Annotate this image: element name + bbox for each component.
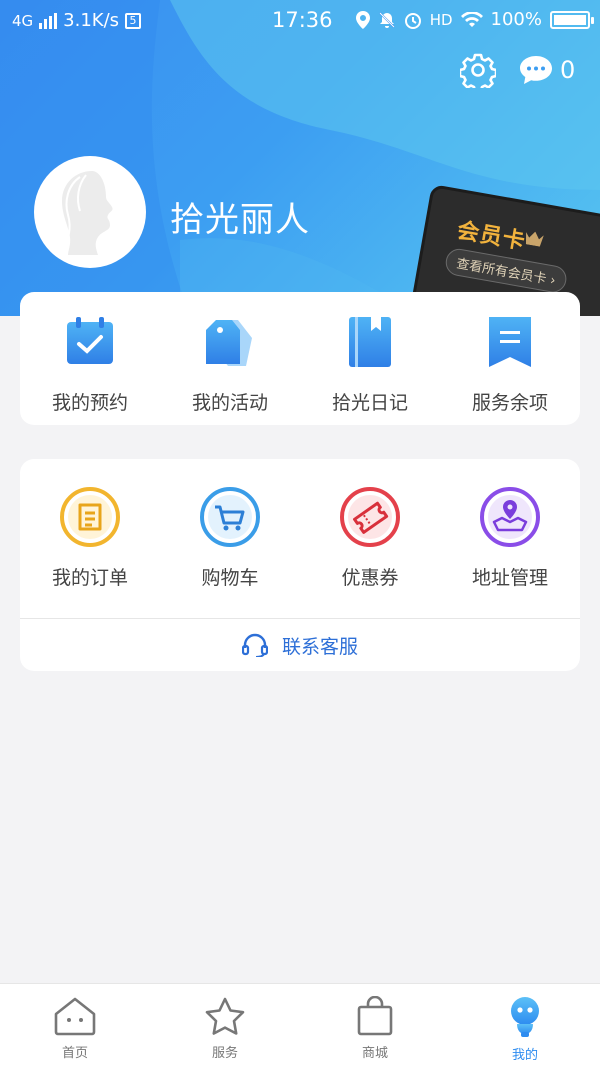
profile-mascot-icon	[511, 997, 539, 1037]
my-activities-item[interactable]: 我的活动	[160, 310, 300, 415]
cart-item[interactable]: 购物车	[160, 485, 300, 590]
tab-label: 我的	[511, 1048, 538, 1063]
battery-icon	[550, 10, 594, 29]
location-pin-icon	[480, 487, 540, 547]
tab-label: 服务	[211, 1046, 238, 1061]
star-icon	[205, 997, 245, 1035]
service-balance-item[interactable]: 服务余项	[440, 310, 580, 415]
network-type: 4G	[12, 11, 34, 30]
network-speed: 3.1K/s	[63, 10, 120, 31]
diary-item[interactable]: 拾光日记	[300, 310, 440, 415]
coupon-icon	[340, 487, 400, 547]
mute-bell-icon	[378, 11, 395, 28]
quick-action-label: 我的预约	[51, 392, 128, 414]
quick-action-label: 我的活动	[191, 392, 268, 414]
view-all-member-cards-link[interactable]: 查看所有会员卡 ›	[443, 246, 569, 295]
woman-silhouette-icon	[62, 171, 113, 255]
clock: 17:36	[272, 8, 333, 32]
status-bar: 4G 3.1K/s 5 17:36 HD 100%	[0, 0, 600, 40]
hd-indicator: HD	[429, 10, 453, 29]
message-icon[interactable]	[518, 54, 554, 86]
message-count: 0	[560, 56, 576, 84]
sim-badge: 5	[125, 12, 142, 29]
settings-gear-icon[interactable]	[460, 52, 496, 88]
address-management-item[interactable]: 地址管理	[440, 485, 580, 590]
shopping-bag-icon	[357, 996, 393, 1036]
alarm-icon	[404, 12, 421, 29]
my-orders-item[interactable]: 我的订单	[20, 485, 160, 590]
order-label: 优惠券	[341, 567, 399, 589]
avatar[interactable]	[34, 156, 146, 268]
quick-action-label: 服务余项	[471, 392, 548, 414]
tab-services[interactable]: 服务	[150, 984, 300, 1067]
home-icon	[54, 997, 96, 1036]
bookmark-list-icon	[489, 317, 531, 367]
orders-card: 我的订单 购物车 优惠券 地址管理 联系客服	[20, 459, 580, 671]
cart-icon	[200, 487, 260, 547]
profile-header: 4G 3.1K/s 5 17:36 HD 100% 0 拾光丽人 会员卡 查看所…	[0, 0, 600, 316]
order-doc-icon	[60, 487, 120, 547]
diary-book-icon	[349, 317, 391, 367]
my-appointments-item[interactable]: 我的预约	[20, 310, 160, 415]
calendar-check-icon	[67, 317, 113, 364]
wifi-icon	[460, 11, 483, 27]
order-label: 我的订单	[51, 567, 128, 589]
username: 拾光丽人	[170, 200, 310, 240]
location-icon	[355, 10, 370, 29]
order-label: 地址管理	[471, 567, 548, 589]
tab-home[interactable]: 首页	[0, 984, 150, 1067]
headset-icon	[241, 633, 268, 657]
tab-label: 商城	[361, 1046, 388, 1061]
tab-mall[interactable]: 商城	[300, 984, 450, 1067]
quick-actions-card: 我的预约 我的活动 拾光日记 服务余项	[20, 292, 580, 425]
crown-icon	[525, 231, 544, 247]
contact-customer-service-button[interactable]: 联系客服	[20, 619, 580, 671]
tag-icon	[206, 320, 252, 366]
tab-mine[interactable]: 我的	[450, 984, 600, 1067]
contact-customer-service-label: 联系客服	[281, 635, 358, 658]
signal-icon	[39, 12, 58, 29]
quick-action-label: 拾光日记	[331, 392, 408, 414]
coupons-item[interactable]: 优惠券	[300, 485, 440, 590]
battery-percent: 100%	[490, 9, 542, 30]
order-label: 购物车	[201, 567, 259, 589]
tab-label: 首页	[61, 1046, 88, 1061]
bottom-tab-bar: 首页 服务 商城 我的	[0, 983, 600, 1067]
